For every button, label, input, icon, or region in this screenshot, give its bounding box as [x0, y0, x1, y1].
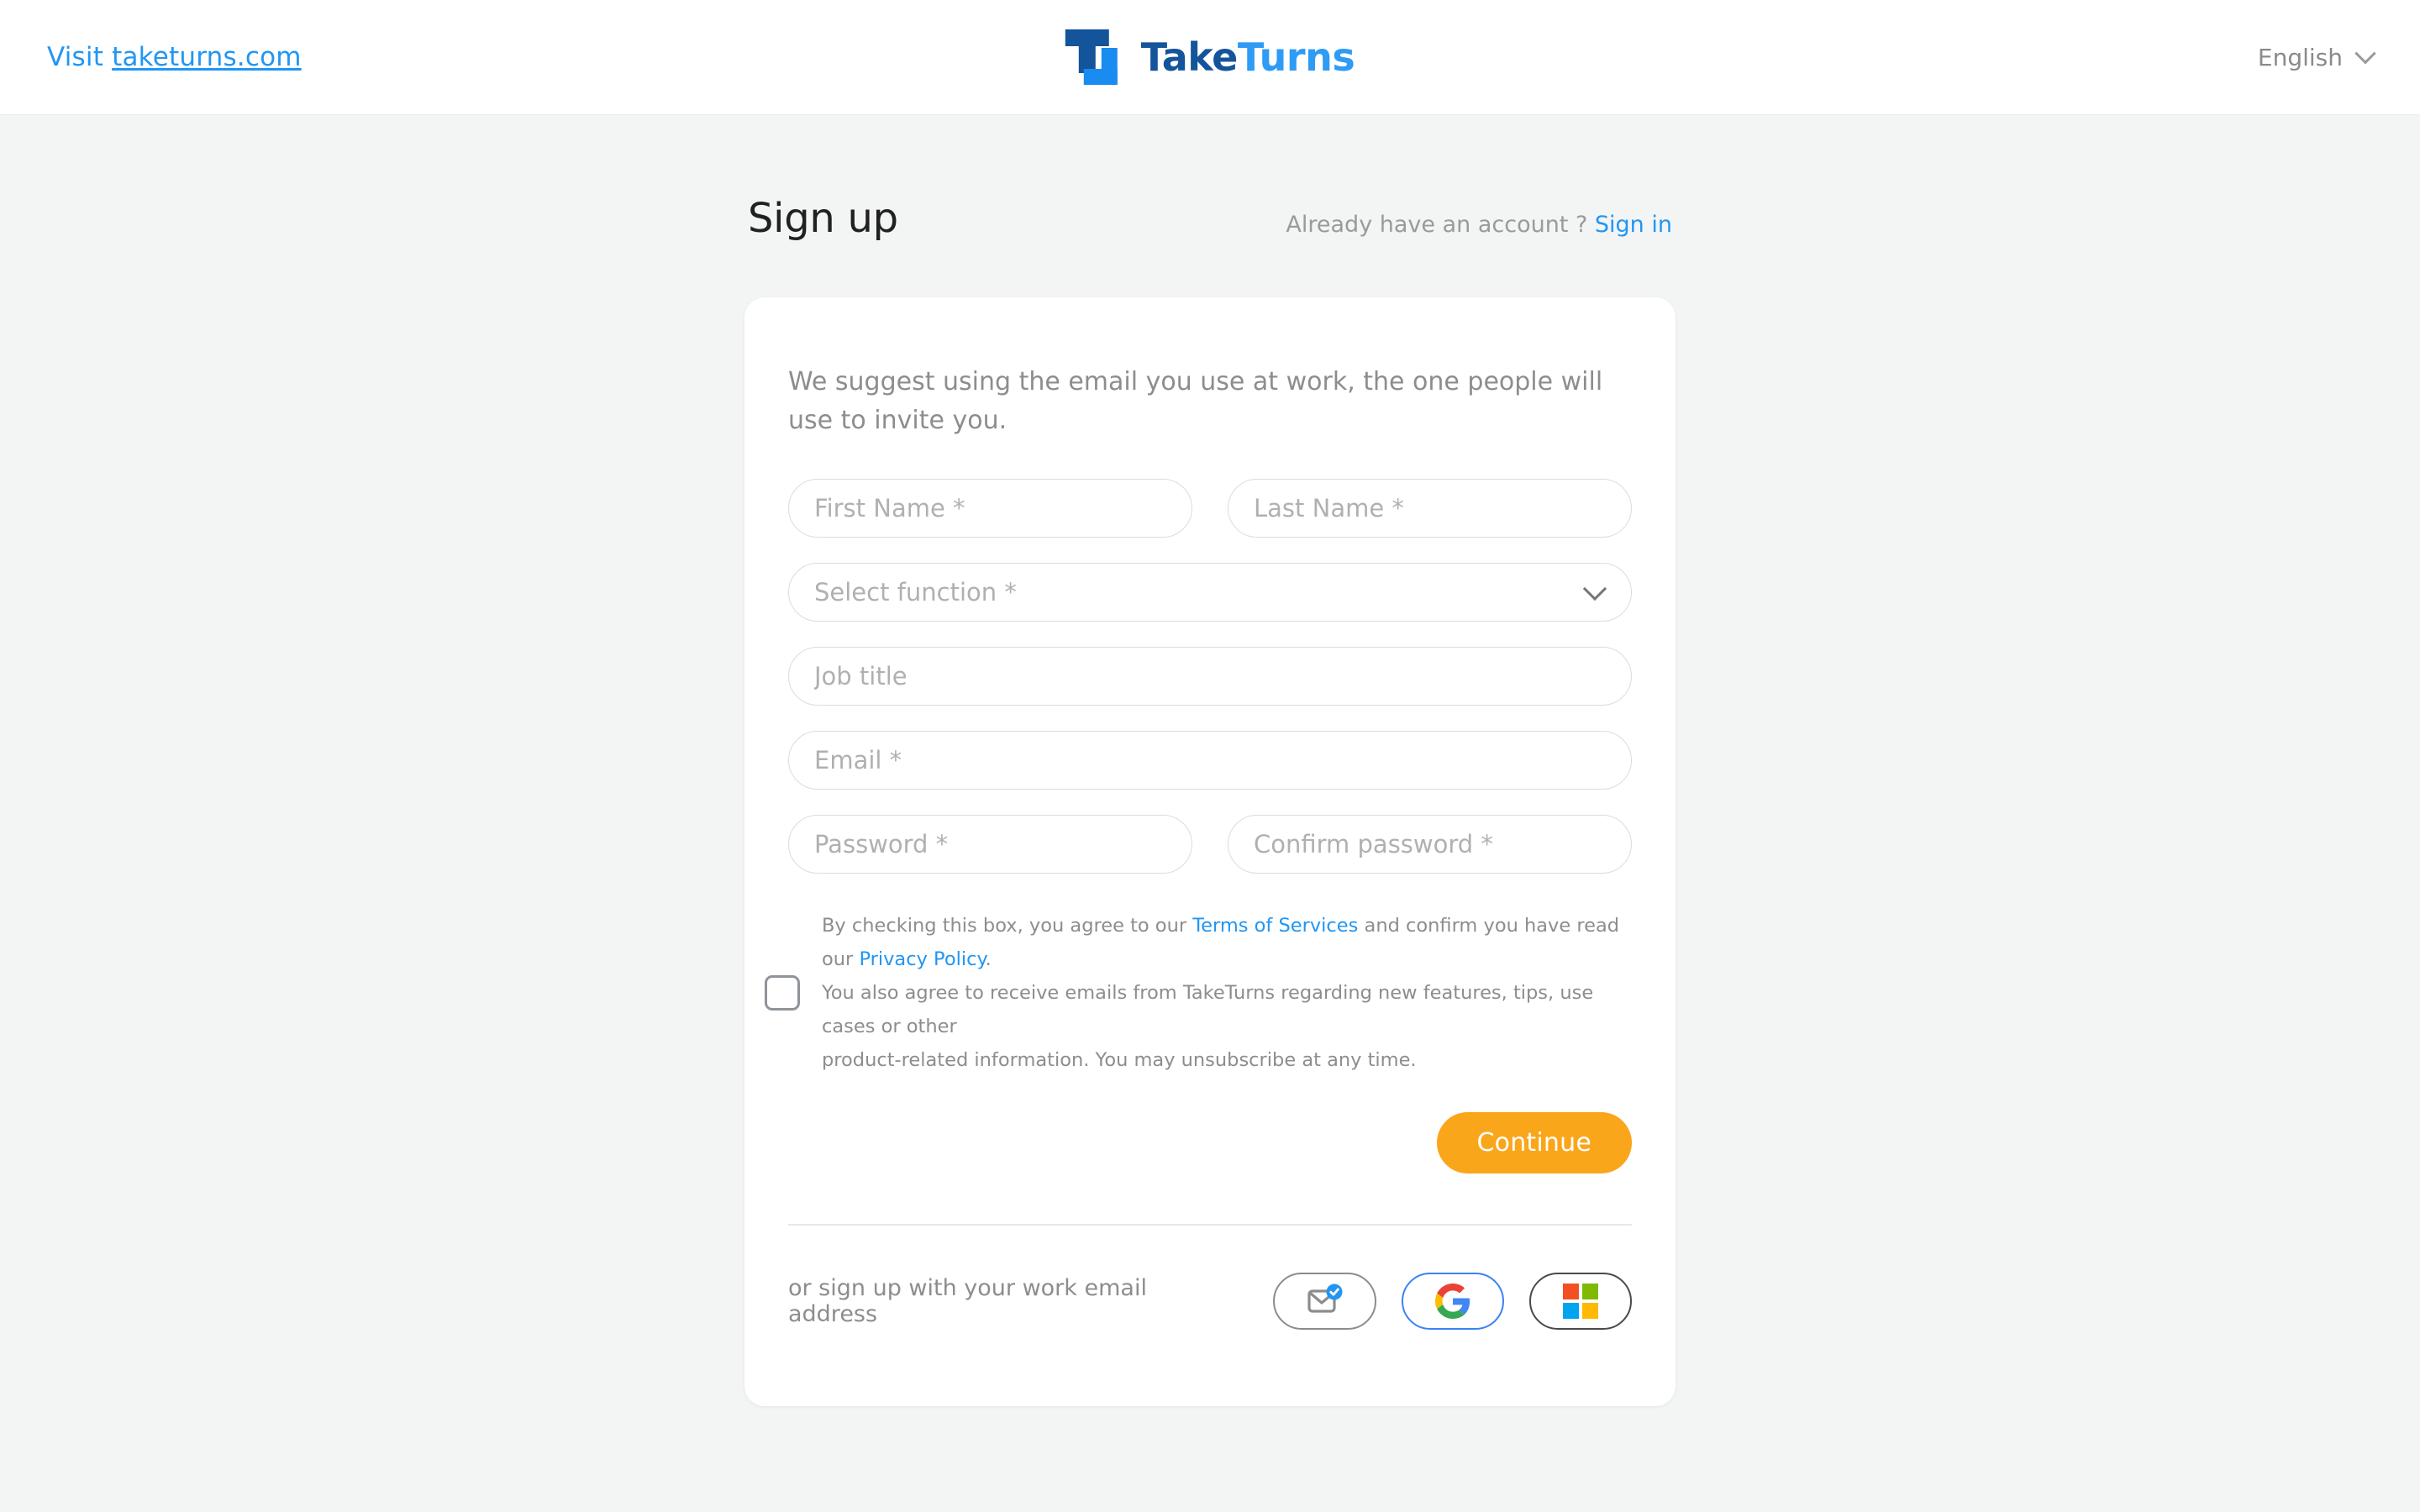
taketurns-logo[interactable]: TakeTurns	[1065, 29, 1355, 85]
function-select-field	[788, 562, 1632, 622]
logo-text-turns: Turns	[1237, 34, 1355, 80]
function-field-row	[788, 562, 1632, 622]
consent-line2: You also agree to receive emails from Ta…	[822, 981, 1594, 1037]
form-actions: Continue	[788, 1112, 1632, 1174]
continue-button[interactable]: Continue	[1436, 1112, 1632, 1174]
password-input[interactable]	[788, 814, 1192, 874]
taketurns-wordmark: TakeTurns	[1141, 38, 1355, 76]
consent-line3: product-related information. You may uns…	[822, 1048, 1417, 1071]
consent-line1-a: By checking this box, you agree to our	[822, 914, 1193, 937]
last-name-input[interactable]	[1228, 478, 1632, 538]
terms-checkbox[interactable]	[765, 974, 800, 1011]
section-divider	[788, 1224, 1632, 1226]
language-label: English	[2257, 43, 2343, 71]
google-icon	[1434, 1283, 1470, 1319]
existing-account-note: Already have an account ? Sign in	[1286, 212, 1672, 238]
email-verified-icon	[1307, 1284, 1343, 1313]
first-name-input[interactable]	[788, 478, 1192, 538]
microsoft-icon	[1562, 1283, 1598, 1319]
email-field-row	[788, 730, 1632, 790]
privacy-policy-link[interactable]: Privacy Policy	[859, 948, 985, 970]
consent-line1-c: .	[985, 948, 992, 970]
last-name-field	[1228, 478, 1632, 538]
social-signup-row: or sign up with your work email address	[787, 1272, 1632, 1389]
signup-card: We suggest using the email you use at wo…	[744, 297, 1676, 1406]
app-header: Visit taketurns.com TakeTurns English	[0, 0, 2420, 115]
job-title-field	[788, 646, 1632, 706]
confirm-password-field	[1228, 814, 1632, 874]
account-prompt-text: Already have an account ?	[1286, 212, 1588, 238]
microsoft-signup-button[interactable]	[1528, 1272, 1632, 1330]
visit-label: Visit	[47, 42, 113, 72]
password-field-row	[788, 814, 1632, 874]
email-signup-button[interactable]	[1273, 1272, 1376, 1330]
function-select[interactable]	[788, 562, 1632, 622]
taketurns-logo-mark-icon	[1065, 29, 1126, 85]
consent-row: By checking this box, you agree to our T…	[765, 909, 1632, 1077]
email-field	[788, 730, 1632, 790]
email-input[interactable]	[788, 730, 1632, 790]
google-signup-button[interactable]	[1401, 1272, 1504, 1330]
sign-in-link[interactable]: Sign in	[1595, 212, 1672, 238]
name-field-row	[788, 478, 1632, 538]
job-title-field-row	[788, 646, 1632, 706]
form-lead-text: We suggest using the email you use at wo…	[788, 367, 1603, 435]
page-title-row: Sign up Already have an account ? Sign i…	[744, 195, 1676, 242]
password-field	[788, 814, 1192, 874]
logo-text-take: Take	[1140, 34, 1239, 80]
social-signup-label: or sign up with your work email address	[787, 1274, 1147, 1327]
language-selector[interactable]: English	[2257, 43, 2376, 71]
page-body: Sign up Already have an account ? Sign i…	[0, 115, 2420, 1512]
taketurns-site-link[interactable]: taketurns.com	[112, 42, 302, 72]
visit-site-link-wrap: Visit taketurns.com	[47, 42, 302, 72]
consent-text: By checking this box, you agree to our T…	[822, 909, 1632, 1077]
signup-content: Sign up Already have an account ? Sign i…	[744, 115, 1676, 1406]
page-title: Sign up	[748, 195, 898, 242]
first-name-field	[788, 478, 1192, 538]
job-title-input[interactable]	[788, 646, 1632, 706]
chevron-down-icon	[2354, 43, 2376, 65]
terms-of-services-link[interactable]: Terms of Services	[1192, 915, 1358, 937]
confirm-password-input[interactable]	[1228, 814, 1632, 874]
